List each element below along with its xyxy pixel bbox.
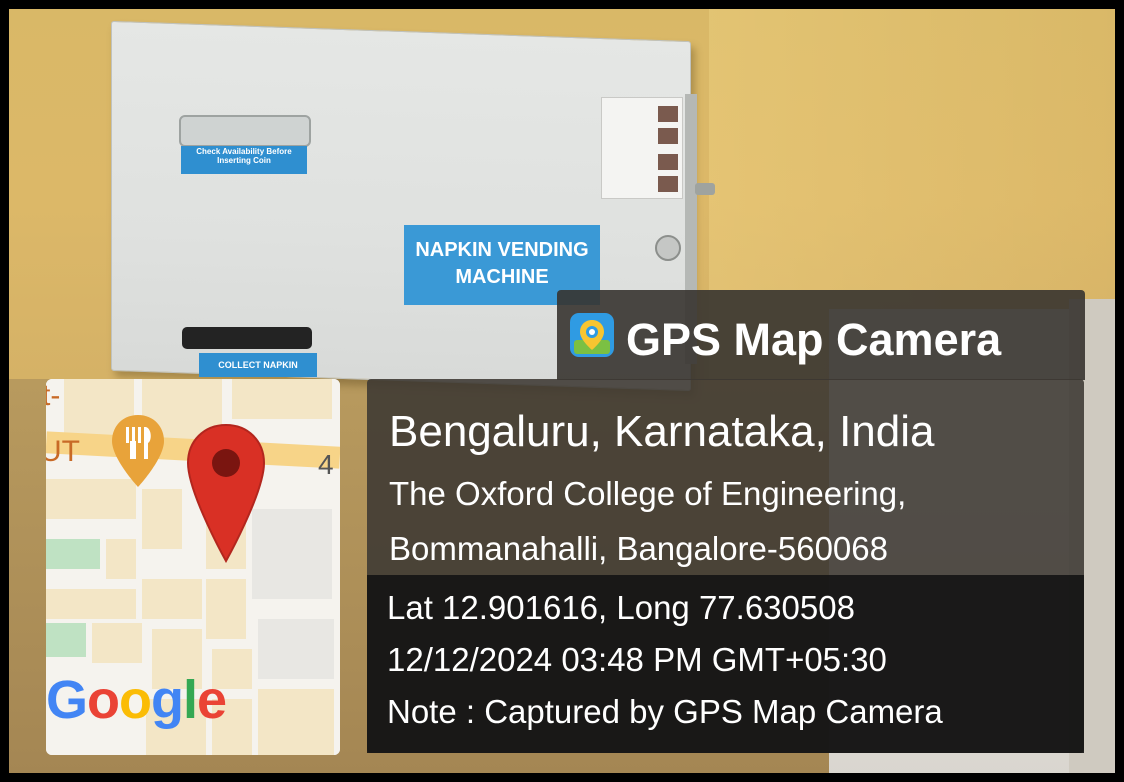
coordinates: Lat 12.901616, Long 77.630508 xyxy=(387,589,855,626)
instruction-sticker xyxy=(601,97,683,199)
photo-frame: Check Availability Before Inserting Coin… xyxy=(0,0,1124,782)
map-park xyxy=(46,539,100,569)
address-line-1: The Oxford College of Engineering, xyxy=(389,475,907,512)
instruction-image xyxy=(658,128,678,144)
location-stamp-panel: Bengaluru, Karnataka, India The Oxford C… xyxy=(367,379,1084,753)
instruction-image xyxy=(658,154,678,170)
availability-window xyxy=(179,115,311,147)
machine-handle xyxy=(695,183,715,195)
collect-napkin-label: COLLECT NAPKIN xyxy=(199,353,317,377)
map-label-top: t- xyxy=(46,379,61,412)
stamp-header: GPS Map Camera xyxy=(557,290,1085,380)
camera-location-icon xyxy=(570,313,614,357)
map-park xyxy=(46,623,86,657)
map-block xyxy=(206,579,246,639)
location-title: Bengaluru, Karnataka, India xyxy=(389,407,935,456)
map-block xyxy=(46,589,136,619)
map-block xyxy=(142,579,202,619)
map-pin-icon xyxy=(186,423,266,563)
map-thumbnail: t- UT 4 Google xyxy=(46,379,340,755)
map-block xyxy=(258,689,334,755)
details-strip: Lat 12.901616, Long 77.630508 12/12/2024… xyxy=(367,575,1084,753)
map-road-number: 4 xyxy=(318,449,334,480)
map-label-mid: UT xyxy=(46,435,80,468)
datetime: 12/12/2024 03:48 PM GMT+05:30 xyxy=(387,641,887,678)
lock-icon xyxy=(655,235,681,261)
restaurant-icon xyxy=(112,415,164,487)
map-block xyxy=(258,619,334,679)
app-name: GPS Map Camera xyxy=(626,314,1002,365)
instruction-image xyxy=(658,176,678,192)
map-block xyxy=(92,623,142,663)
check-availability-label: Check Availability Before Inserting Coin xyxy=(181,146,307,174)
google-logo: Google xyxy=(46,670,227,730)
instruction-image xyxy=(658,106,678,122)
capture-note: Note : Captured by GPS Map Camera xyxy=(387,693,943,730)
map-block xyxy=(232,379,332,419)
collect-slot xyxy=(182,327,312,349)
address-line-2: Bommanahalli, Bangalore-560068 xyxy=(389,530,888,567)
map-block xyxy=(106,539,136,579)
map-block xyxy=(142,489,182,549)
